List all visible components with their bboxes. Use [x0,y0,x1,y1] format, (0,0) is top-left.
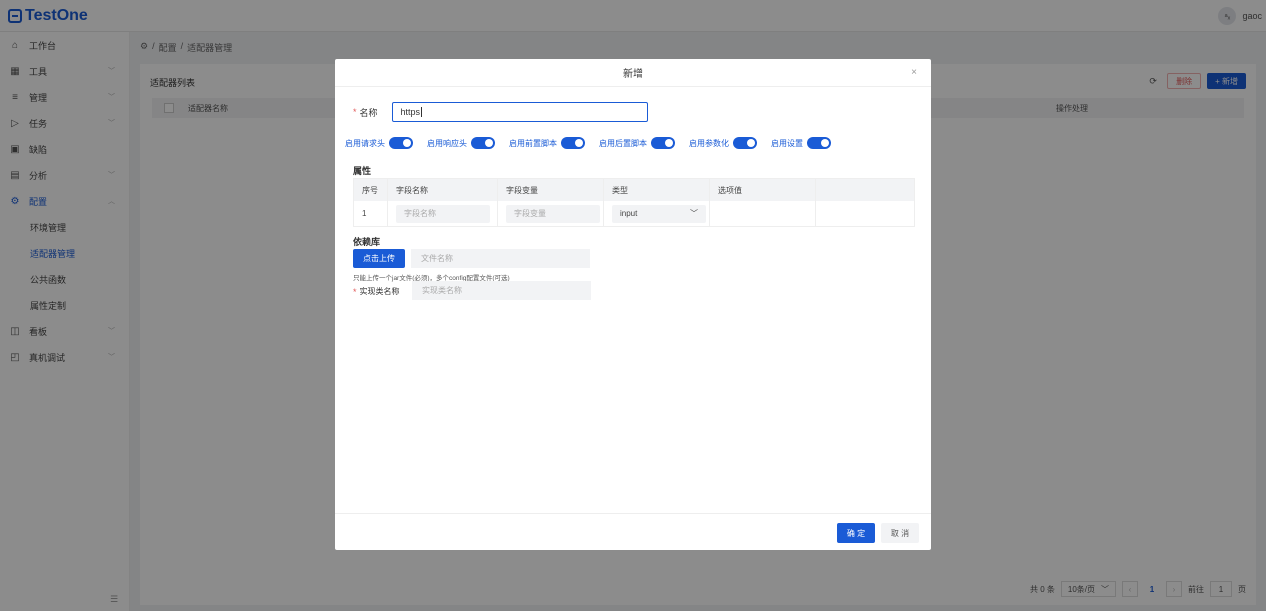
toggle-label: 启用前置脚本 [509,138,557,148]
required-mark: * [353,286,357,297]
post-script-switch[interactable] [651,137,675,149]
impl-class-input[interactable]: 实现类名称 [412,281,591,300]
field-var-cell: 字段变量 [498,201,604,226]
props-table: 序号 字段名称 字段变量 类型 选项值 1 字段名称 字段变量 input ﹀ [353,178,915,227]
type-select-value: input [620,209,638,218]
toggle-settings: 启用设置 [771,137,831,149]
upload-button[interactable]: 点击上传 [353,249,405,268]
column-header: 选项值 [710,179,816,201]
toggle-post-script: 启用后置脚本 [599,137,675,149]
column-header: 序号 [354,179,388,201]
cancel-button[interactable]: 取 消 [881,523,919,543]
toggle-pre-script: 启用前置脚本 [509,137,585,149]
toggle-response-header: 启用响应头 [427,137,495,149]
toggle-label: 启用参数化 [689,138,729,148]
column-header: 类型 [604,179,710,201]
toggle-label: 启用设置 [771,138,803,148]
request-header-switch[interactable] [389,137,413,149]
props-section-title: 属性 [353,166,372,176]
parameterize-switch[interactable] [733,137,757,149]
text-caret [421,107,423,117]
field-name-input[interactable]: 字段名称 [396,204,490,223]
type-cell: input ﹀ [604,201,710,226]
response-header-switch[interactable] [471,137,495,149]
required-mark: * [353,107,357,117]
add-adapter-dialog: 新增 × * 名称 https 启用请求头 启用响应头 启用前置脚本 启用后置脚… [335,59,931,550]
field-name-cell: 字段名称 [388,201,498,226]
field-var-input[interactable]: 字段变量 [506,204,600,223]
toggle-label: 启用请求头 [345,138,385,148]
impl-class-label: 实现类名称 [359,287,400,296]
option-value-cell[interactable] [710,201,816,226]
extra-cell [816,201,914,226]
name-input[interactable]: https [391,102,648,122]
toggle-label: 启用响应头 [427,138,467,148]
dialog-title: 新增 [623,69,643,80]
close-icon[interactable]: × [911,67,917,78]
props-table-header: 序号 字段名称 字段变量 类型 选项值 [354,179,914,201]
chevron-down-icon: ﹀ [690,209,698,218]
toggle-label: 启用后置脚本 [599,138,647,148]
file-name-field: 文件名称 [411,249,590,268]
column-header [816,179,914,201]
pre-script-switch[interactable] [561,137,585,149]
impl-class-row: * 实现类名称 [353,286,400,297]
settings-switch[interactable] [807,137,831,149]
dialog-header: 新增 × [335,59,931,87]
type-select[interactable]: input ﹀ [612,204,706,223]
feature-toggles: 启用请求头 启用响应头 启用前置脚本 启用后置脚本 启用参数化 启用设置 [345,137,845,149]
dialog-footer: 确 定 取 消 [335,513,931,550]
toggle-parameterize: 启用参数化 [689,137,757,149]
name-label: 名称 [359,107,378,118]
column-header: 字段名称 [388,179,498,201]
row-index: 1 [354,201,388,226]
column-header: 字段变量 [498,179,604,201]
name-input-value: https [400,107,421,117]
toggle-request-header: 启用请求头 [345,137,413,149]
table-row: 1 字段名称 字段变量 input ﹀ [354,201,914,226]
deps-section-title: 依赖库 [353,237,381,247]
name-row: * 名称 https [353,102,648,122]
confirm-button[interactable]: 确 定 [837,523,875,543]
